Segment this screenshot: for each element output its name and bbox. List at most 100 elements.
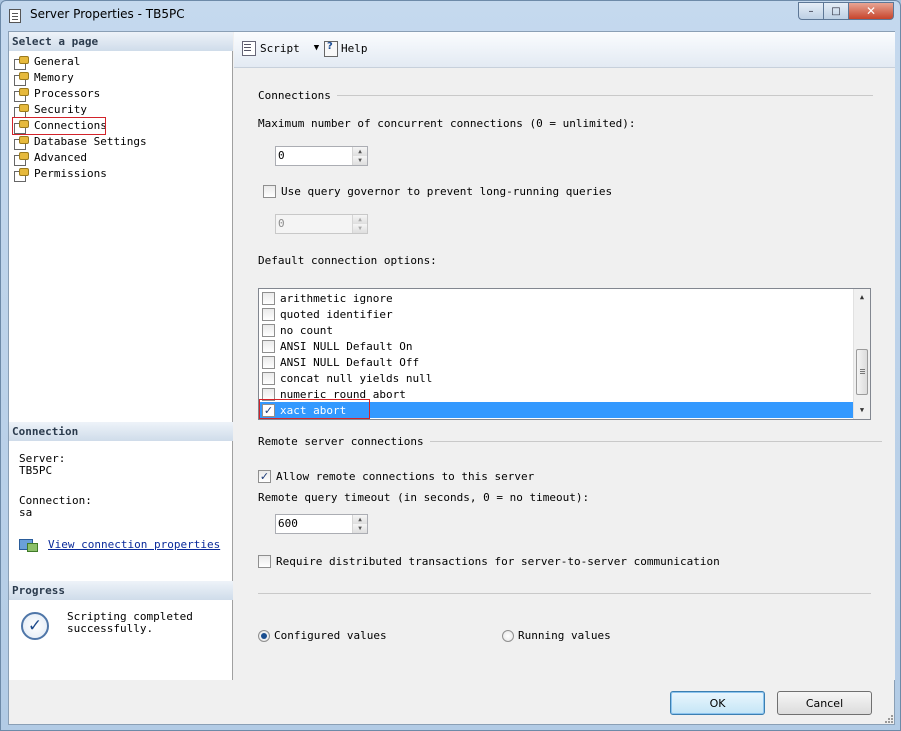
chevron-down-icon[interactable]: ▼	[314, 43, 319, 53]
list-item-label: no count	[280, 323, 333, 337]
page-item-database-settings[interactable]: Database Settings	[13, 134, 147, 150]
max-connections-value: 0	[278, 149, 285, 162]
page-item-label: Processors	[34, 87, 101, 100]
query-governor-checkbox[interactable]: Use query governor to prevent long-runni…	[263, 185, 612, 198]
help-icon	[323, 40, 339, 57]
page-item-processors[interactable]: Processors	[13, 86, 147, 102]
cancel-button[interactable]: Cancel	[777, 691, 872, 715]
help-label: Help	[341, 41, 368, 55]
options-scrollbar[interactable]: ▲ ▼	[853, 289, 870, 419]
list-item-label: quoted identifier	[280, 307, 393, 321]
list-item-label: arithmetic ignore	[280, 291, 393, 305]
title-bar[interactable]: Server Properties - TB5PC – □ ✕	[1, 1, 900, 31]
window-title: Server Properties - TB5PC	[30, 7, 185, 21]
stepper-down-icon: ▼	[353, 224, 367, 233]
page-list: General Memory Processors Security Conne…	[12, 54, 147, 182]
page-item-memory[interactable]: Memory	[13, 70, 147, 86]
checkbox-box[interactable]	[262, 291, 275, 305]
maximize-button[interactable]: □	[824, 2, 849, 20]
scroll-down-icon[interactable]: ▼	[854, 402, 870, 419]
page-item-label: Database Settings	[34, 135, 147, 148]
remote-group-label: Remote server connections	[258, 435, 424, 448]
remote-timeout-stepper[interactable]: 600 ▲ ▼	[275, 514, 368, 534]
group-divider	[336, 95, 873, 96]
list-item-ansi-null-default-on[interactable]: ANSI NULL Default On	[260, 338, 854, 354]
running-values-radio[interactable]: Running values	[502, 629, 611, 642]
stepper-down-icon[interactable]: ▼	[353, 156, 367, 165]
running-values-label: Running values	[518, 629, 611, 642]
list-item-arithmetic-ignore[interactable]: arithmetic ignore	[260, 290, 854, 306]
page-wrench-icon	[14, 136, 29, 150]
view-connection-properties-link[interactable]: View connection properties	[19, 537, 220, 552]
page-item-label: Connections	[34, 119, 107, 132]
remote-connections-group: Remote server connections	[258, 435, 882, 448]
configured-values-radio[interactable]: Configured values	[258, 629, 387, 642]
success-check-icon: ✓	[21, 612, 49, 640]
page-wrench-icon	[14, 168, 29, 182]
list-item-quoted-identifier[interactable]: quoted identifier	[260, 306, 854, 322]
progress-header: Progress	[9, 581, 233, 600]
require-distributed-checkbox[interactable]: Require distributed transactions for ser…	[258, 555, 720, 568]
allow-remote-checkbox[interactable]: ✓ Allow remote connections to this serve…	[258, 470, 534, 483]
radio-selected-icon[interactable]	[258, 629, 270, 642]
toolbar: Script ▼ Help	[234, 32, 895, 68]
section-divider	[258, 593, 871, 594]
page-item-label: Security	[34, 103, 87, 116]
checkbox-box[interactable]	[263, 185, 276, 198]
list-item-label: ANSI NULL Default Off	[280, 355, 420, 369]
stepper-buttons: ▲ ▼	[352, 215, 367, 233]
checkbox-box[interactable]	[262, 339, 275, 353]
resize-grip-icon[interactable]	[883, 713, 893, 723]
ok-button[interactable]: OK	[670, 691, 765, 715]
checkbox-box[interactable]	[262, 307, 275, 321]
stepper-buttons: ▲ ▼	[352, 515, 367, 533]
connections-group: Connections	[258, 89, 873, 102]
checkbox-box[interactable]	[262, 323, 275, 337]
stepper-up-icon[interactable]: ▲	[353, 515, 367, 524]
remote-timeout-value: 600	[278, 517, 298, 530]
script-button[interactable]: Script ▼	[241, 39, 319, 57]
server-value: TB5PC	[19, 464, 53, 477]
connection-properties-icon	[19, 537, 38, 552]
page-wrench-icon	[14, 104, 29, 118]
page-wrench-icon	[14, 88, 29, 102]
close-button[interactable]: ✕	[849, 2, 894, 20]
checkbox-box-checked[interactable]: ✓	[258, 470, 271, 483]
page-wrench-icon	[14, 56, 29, 70]
checkbox-box[interactable]	[262, 355, 275, 369]
max-connections-label: Maximum number of concurrent connections…	[258, 117, 636, 130]
page-wrench-icon	[14, 152, 29, 166]
list-item-ansi-null-default-off[interactable]: ANSI NULL Default Off	[260, 354, 854, 370]
stepper-buttons: ▲ ▼	[352, 147, 367, 165]
max-connections-stepper[interactable]: 0 ▲ ▼	[275, 146, 368, 166]
progress-line-2: successfully.	[67, 622, 154, 635]
help-button[interactable]: Help	[323, 39, 368, 57]
checkbox-box[interactable]	[258, 555, 271, 568]
list-item-no-count[interactable]: no count	[260, 322, 854, 338]
query-governor-stepper: 0 ▲ ▼	[275, 214, 368, 234]
dialog-icon	[9, 9, 21, 23]
remote-timeout-label: Remote query timeout (in seconds, 0 = no…	[258, 491, 590, 504]
connections-group-label: Connections	[258, 89, 331, 102]
list-item-concat-null-yields-null[interactable]: concat null yields null	[260, 370, 854, 386]
scroll-up-icon[interactable]: ▲	[854, 289, 870, 306]
scroll-thumb[interactable]	[856, 349, 868, 395]
page-item-advanced[interactable]: Advanced	[13, 150, 147, 166]
stepper-down-icon[interactable]: ▼	[353, 524, 367, 533]
page-item-permissions[interactable]: Permissions	[13, 166, 147, 182]
page-wrench-icon	[14, 120, 29, 134]
dialog-client: Select a page General Memory Processors …	[8, 31, 895, 725]
radio-unselected-icon[interactable]	[502, 629, 514, 642]
allow-remote-label: Allow remote connections to this server	[276, 470, 535, 483]
page-item-general[interactable]: General	[13, 54, 147, 70]
page-item-security[interactable]: Security	[13, 102, 147, 118]
minimize-button[interactable]: –	[798, 2, 824, 20]
page-item-label: Permissions	[34, 167, 107, 180]
stepper-up-icon: ▲	[353, 215, 367, 224]
page-item-connections[interactable]: Connections	[12, 117, 107, 135]
default-options-list[interactable]: arithmetic ignore quoted identifier no c…	[258, 288, 871, 420]
connection-header: Connection	[9, 422, 233, 441]
query-governor-label: Use query governor to prevent long-runni…	[281, 185, 613, 198]
stepper-up-icon[interactable]: ▲	[353, 147, 367, 156]
checkbox-box[interactable]	[262, 371, 275, 385]
